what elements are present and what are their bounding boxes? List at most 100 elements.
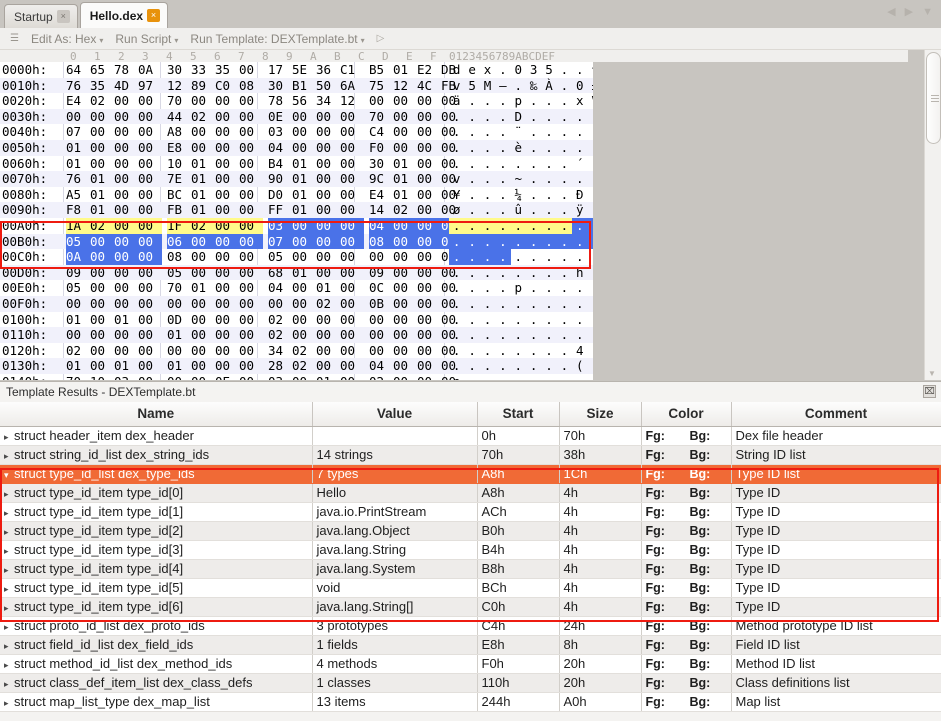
twisty-icon[interactable]: ▸ [4,641,14,652]
ascii-char[interactable]: . [510,217,526,234]
ascii-char[interactable]: . [464,202,479,218]
hex-byte[interactable]: 00 [239,217,263,234]
chevron-down-icon[interactable]: ▼ [922,6,933,18]
ascii-char[interactable]: . [541,312,556,328]
hex-byte[interactable]: 01 [114,358,138,374]
ascii-char[interactable]: 0 [511,62,526,78]
ascii-char[interactable]: . [511,296,526,312]
hex-byte[interactable]: 10 [90,374,114,380]
hex-byte[interactable]: 00 [316,358,340,374]
hex-byte[interactable]: 05 [167,265,191,281]
ascii-char[interactable]: ~ [511,171,526,187]
hex-byte[interactable]: 05 [66,233,90,250]
twisty-icon[interactable]: ▸ [4,432,14,443]
bg-color-label[interactable]: Bg: [690,467,711,481]
collapse-icon[interactable]: ☰ [0,33,25,44]
hex-byte[interactable]: 00 [316,140,340,156]
row-color[interactable]: Fg: Bg: [641,502,732,522]
hex-byte[interactable]: 00 [191,249,215,265]
hex-byte[interactable]: 00 [316,327,340,343]
hex-byte[interactable]: 00 [191,327,215,343]
table-row[interactable]: ▸ struct type_id_item type_id[1] java.io.P… [0,502,941,522]
scroll-down-icon[interactable]: ▼ [928,369,936,378]
ascii-char[interactable]: v [449,171,464,187]
hex-byte[interactable]: 00 [340,233,364,250]
hex-byte[interactable]: 70 [167,93,191,109]
ascii-char[interactable]: . [556,217,573,234]
hex-byte[interactable]: 00 [138,217,162,234]
hex-byte[interactable]: 00 [90,156,114,172]
table-row[interactable]: ▸ struct header_item dex_header 0h 70h Fg: Bg… [0,426,941,446]
hex-byte[interactable]: 01 [167,327,191,343]
hex-byte[interactable]: 56 [292,93,316,109]
ascii-char[interactable]: . [572,140,587,156]
ascii-char[interactable]: d [449,62,464,78]
ascii-char[interactable]: . [587,217,593,234]
ascii-char[interactable]: . [511,265,526,281]
row-name[interactable]: ▸ struct class_def_item_list dex_class_de… [0,673,313,693]
row-color[interactable]: Fg: Bg: [641,654,732,674]
ascii-char[interactable]: . [526,187,541,203]
hex-byte[interactable]: 04 [268,140,292,156]
twisty-icon[interactable]: ▸ [4,565,14,576]
hex-byte[interactable]: 00 [114,233,138,250]
ascii-char[interactable]: . [572,296,587,312]
ascii-char[interactable]: . [526,124,541,140]
hex-byte[interactable]: 02 [191,217,215,234]
bg-color-label[interactable]: Bg: [690,600,711,614]
bg-color-label[interactable]: Bg: [690,429,711,443]
hex-byte[interactable]: FF [268,202,292,218]
ascii-char[interactable]: . [495,156,510,172]
hex-byte[interactable]: 00 [417,312,441,328]
hex-byte[interactable]: 00 [292,109,316,125]
hex-byte[interactable]: 00 [138,296,162,312]
ascii-char[interactable]: . [588,296,593,312]
ascii-char[interactable]: . [526,280,541,296]
hex-byte[interactable]: 00 [369,327,393,343]
ascii-char[interactable]: . [495,202,510,218]
hex-byte[interactable]: 00 [114,171,138,187]
ascii-char[interactable]: . [541,358,556,374]
hex-byte[interactable]: 00 [393,109,417,125]
hex-byte[interactable]: 00 [393,358,417,374]
ascii-char[interactable]: . [541,140,556,156]
hex-byte[interactable]: 00 [340,296,364,312]
ascii-char[interactable]: . [449,156,464,172]
ascii-char[interactable]: . [464,296,479,312]
ascii-char[interactable]: . [511,78,526,94]
twisty-icon[interactable]: ▸ [4,489,14,500]
fg-color-label[interactable]: Fg: [646,429,690,443]
hex-byte[interactable]: 00 [138,187,162,203]
hex-byte[interactable]: 00 [316,233,340,250]
ascii-char[interactable]: . [495,93,510,109]
ascii-char[interactable]: . [511,249,526,265]
fg-color-label[interactable]: Fg: [646,543,690,557]
close-icon[interactable]: × [147,9,161,22]
hex-byte[interactable]: 00 [239,156,263,172]
ascii-char[interactable]: . [495,312,510,328]
hex-byte[interactable]: BC [167,187,191,203]
hex-byte[interactable]: 00 [215,343,239,359]
row-color[interactable]: Fg: Bg: [641,673,732,693]
hex-byte[interactable]: 00 [215,312,239,328]
hex-byte[interactable]: 00 [239,62,263,78]
hex-byte[interactable]: 00 [167,343,191,359]
ascii-char[interactable]: . [464,109,479,125]
hex-byte[interactable]: 01 [393,156,417,172]
hex-byte[interactable]: 00 [340,374,364,380]
hex-byte[interactable]: 00 [292,217,316,234]
ascii-char[interactable]: . [495,217,511,234]
hex-byte[interactable]: 00 [90,296,114,312]
ascii-char[interactable]: . [449,312,464,328]
ascii-char[interactable]: . [511,156,526,172]
hex-byte[interactable]: 00 [114,187,138,203]
hex-byte[interactable]: F8 [66,202,90,218]
hex-byte[interactable]: 00 [239,358,263,374]
hex-byte[interactable]: 34 [316,93,340,109]
ascii-char[interactable]: . [480,343,495,359]
ascii-char[interactable]: . [526,343,541,359]
ascii-char[interactable]: . [541,93,556,109]
hex-byte[interactable]: 01 [167,358,191,374]
hex-byte[interactable]: 06 [167,233,191,250]
bg-color-label[interactable]: Bg: [690,486,711,500]
